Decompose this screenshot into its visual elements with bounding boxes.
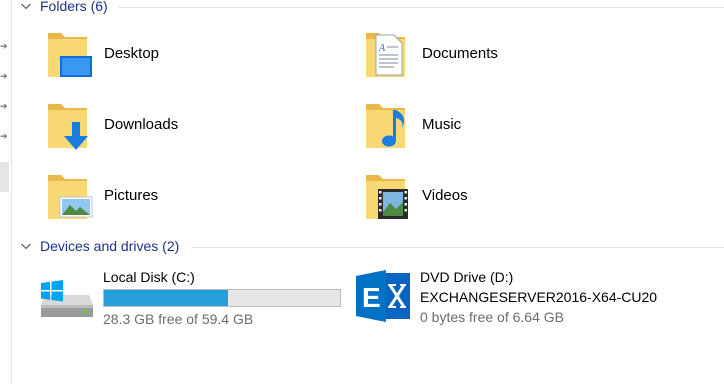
drive-usage-bar bbox=[103, 289, 341, 307]
exchange-dvd-icon: E bbox=[356, 270, 410, 322]
pin-icon: ➔ bbox=[0, 131, 8, 141]
svg-text:A: A bbox=[378, 43, 386, 54]
folder-label: Documents bbox=[422, 44, 498, 62]
desktop-folder-icon bbox=[48, 33, 92, 77]
drive-tile-dvd-d[interactable]: E DVD Drive (D:) EXCHANGESERVER2016-X64-… bbox=[354, 267, 657, 327]
folder-tile-pictures[interactable]: Pictures bbox=[42, 162, 158, 228]
group-divider bbox=[192, 247, 724, 248]
folder-label: Pictures bbox=[104, 186, 159, 204]
music-folder-icon bbox=[366, 104, 405, 148]
drive-name: Local Disk (C:) bbox=[103, 269, 195, 285]
svg-text:E: E bbox=[362, 282, 381, 313]
pictures-folder-icon bbox=[48, 175, 93, 219]
nav-selected-item[interactable] bbox=[0, 162, 9, 192]
folder-label: Desktop bbox=[104, 44, 160, 62]
windows-drive-icon bbox=[41, 280, 93, 317]
videos-folder-icon bbox=[366, 175, 408, 219]
devices-group-title: Devices and drives (2) bbox=[40, 238, 180, 254]
folder-tile-documents[interactable]: A Documents bbox=[360, 20, 498, 86]
drive-name: DVD Drive (D:) bbox=[420, 269, 514, 285]
folder-tile-downloads[interactable]: Downloads bbox=[42, 91, 178, 157]
folders-group-title: Folders (6) bbox=[40, 0, 108, 14]
folder-label: Downloads bbox=[104, 115, 179, 133]
drive-usage-fill bbox=[104, 290, 228, 306]
drive-volume-label: EXCHANGESERVER2016-X64-CU20 bbox=[420, 289, 658, 305]
pin-icon: ➔ bbox=[0, 71, 8, 81]
pin-icon: ➔ bbox=[0, 41, 8, 51]
drive-free-space: 0 bytes free of 6.64 GB bbox=[420, 309, 564, 325]
navigation-pane[interactable]: ➔ ➔ ➔ ➔ bbox=[0, 0, 12, 384]
pin-icon: ➔ bbox=[0, 101, 8, 111]
folder-tile-videos[interactable]: Videos bbox=[360, 162, 468, 228]
downloads-folder-icon bbox=[48, 104, 88, 150]
folder-tile-desktop[interactable]: Desktop bbox=[42, 20, 159, 86]
drive-tile-local-disk-c[interactable]: Local Disk (C:) 28.3 GB free of 59.4 GB bbox=[37, 267, 341, 329]
documents-folder-icon: A bbox=[366, 33, 405, 77]
folder-tile-music[interactable]: Music bbox=[360, 91, 461, 157]
chevron-down-icon bbox=[21, 243, 31, 250]
chevron-down-icon bbox=[21, 3, 31, 10]
devices-group-header[interactable]: Devices and drives (2) bbox=[20, 237, 179, 255]
folder-label: Videos bbox=[422, 186, 468, 204]
folder-label: Music bbox=[422, 115, 462, 133]
drive-free-space: 28.3 GB free of 59.4 GB bbox=[103, 311, 254, 327]
folders-group-header[interactable]: Folders (6) bbox=[20, 0, 108, 15]
group-divider bbox=[118, 7, 724, 8]
